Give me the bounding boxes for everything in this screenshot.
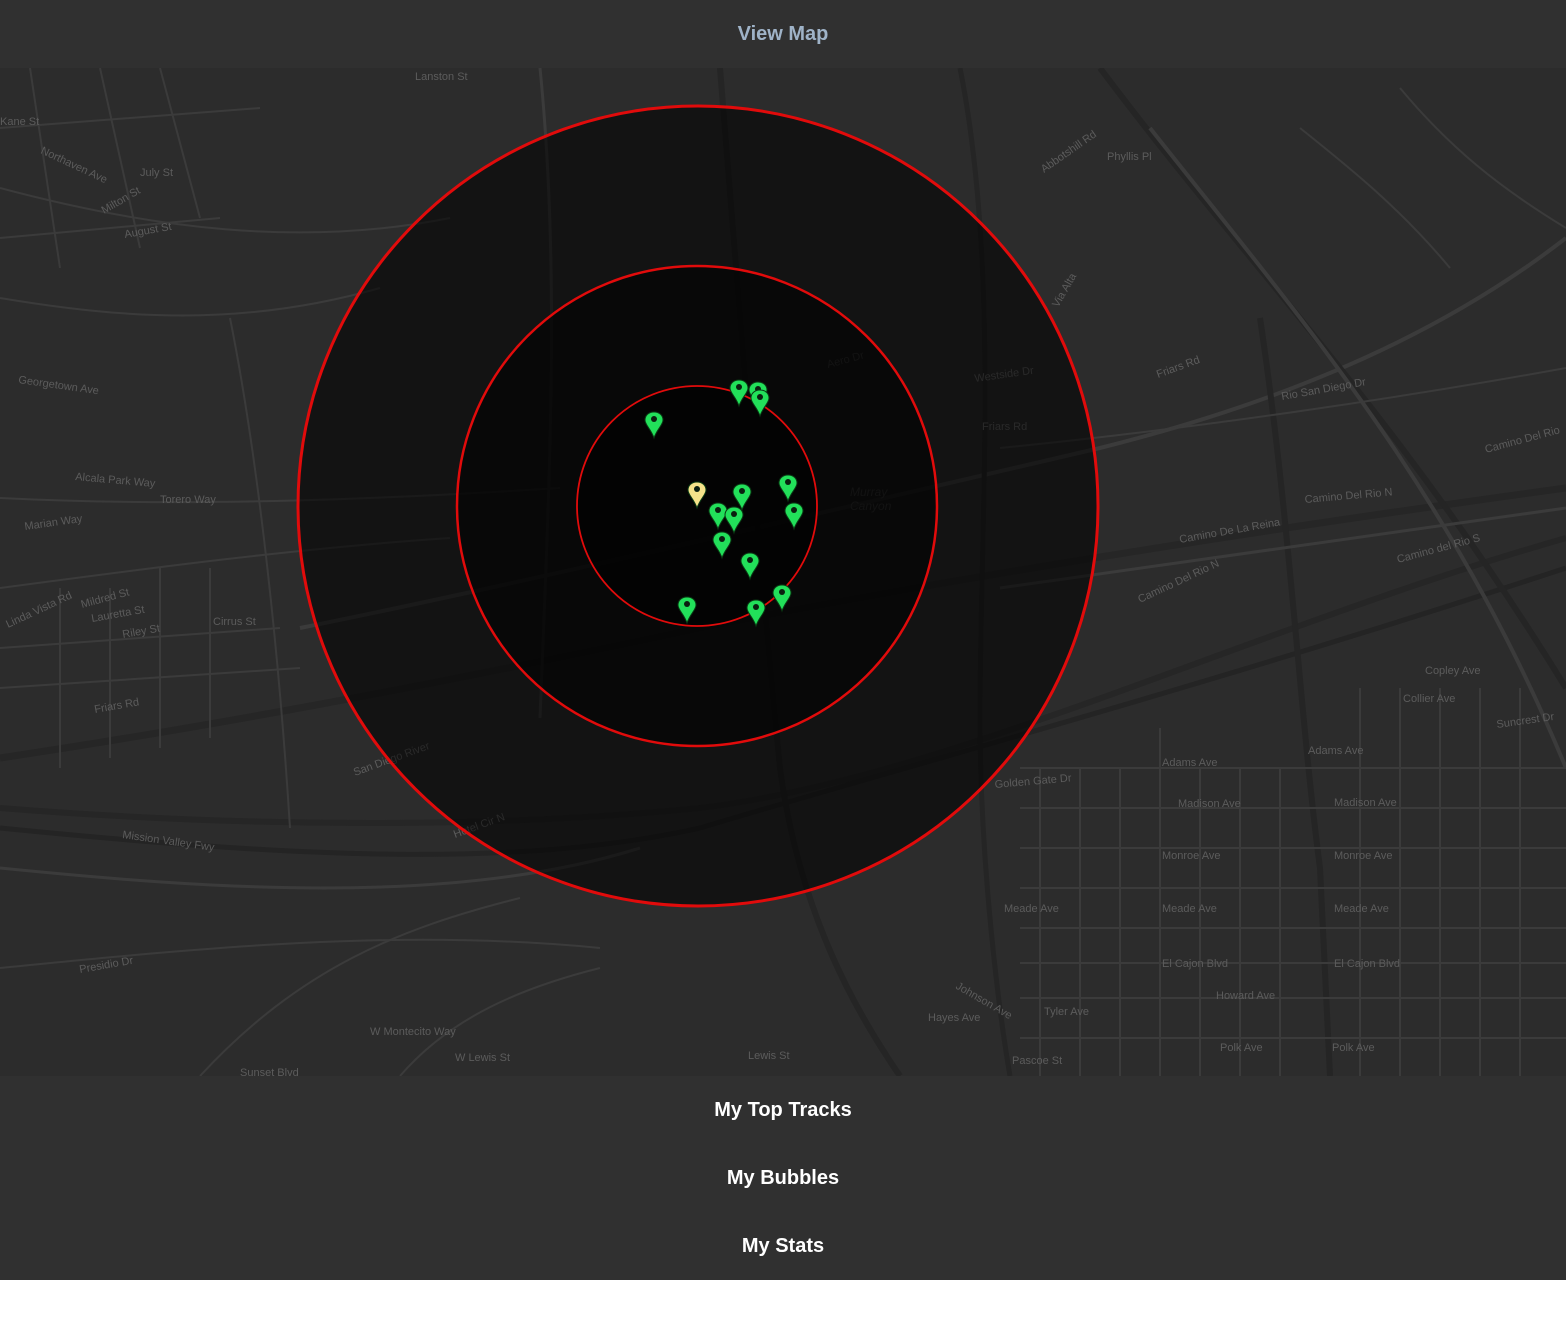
street-label: Via Alta [1050,271,1079,310]
street-label: Friars Rd [1155,354,1202,381]
bottom-menu: My Top Tracks My Bubbles My Stats [0,1076,1566,1280]
street-label: July St [140,167,173,179]
map-canvas[interactable]: Lanston St Kane St Northaven Ave July St Mil… [0,68,1566,1076]
pin-center-dot [694,486,700,492]
pin-center-dot [736,384,742,390]
pin-center-dot [684,601,690,607]
street-label: Madison Ave [1334,797,1397,809]
pin-center-dot [791,507,797,513]
street-label: W Montecito Way [370,1026,456,1038]
pin-center-dot [719,536,725,542]
street-label: Monroe Ave [1334,850,1393,862]
street-label: El Cajon Blvd [1334,958,1400,970]
street-label: Milton St [100,185,143,217]
street-label: Copley Ave [1425,665,1480,677]
pin-center-dot [651,416,657,422]
street-label: Collier Ave [1403,693,1455,705]
pin-center-dot [715,507,721,513]
street-label: Camino Del Rio [1484,424,1562,456]
street-label: Polk Ave [1332,1042,1375,1054]
street-label: Phyllis Pl [1107,151,1152,163]
pin-center-dot [757,394,763,400]
my-top-tracks-button[interactable]: My Top Tracks [0,1076,1566,1144]
map-view[interactable]: Lanston St Kane St Northaven Ave July St Mil… [0,68,1566,1076]
street-label: Meade Ave [1334,903,1389,915]
street-label: Hayes Ave [928,1012,980,1024]
my-bubbles-button[interactable]: My Bubbles [0,1144,1566,1212]
street-label: Alcala Park Way [75,471,157,490]
street-label: Monroe Ave [1162,850,1221,862]
pin-center-dot [731,511,737,517]
my-stats-button[interactable]: My Stats [0,1212,1566,1280]
street-label: Adams Ave [1308,745,1363,757]
street-label: Lauretta St [90,604,145,625]
street-label: Pascoe St [1012,1055,1062,1067]
street-label: Camino del Rio S [1396,532,1482,566]
street-label: Polk Ave [1220,1042,1263,1054]
street-label: Meade Ave [1162,903,1217,915]
pin-center-dot [739,488,745,494]
pin-center-dot [753,604,759,610]
street-label: Mission Valley Fwy [122,829,216,854]
street-label: Camino Del Rio N [1304,486,1393,506]
street-label: Georgetown Ave [18,374,100,397]
pin-center-dot [747,557,753,563]
street-label: Tyler Ave [1044,1006,1089,1018]
street-label: Abbotshill Rd [1039,128,1099,175]
street-label: Linda Vista Rd [4,590,74,631]
street-label: Sunset Blvd [240,1067,299,1076]
street-label: Rio San Diego Dr [1280,376,1367,403]
street-label: Adams Ave [1162,757,1217,769]
pin-center-dot [779,589,785,595]
header-bar: View Map [0,0,1566,68]
street-label: Kane St [0,116,39,128]
street-label: Camino Del Rio N [1136,558,1221,606]
street-label: Lanston St [415,71,468,83]
street-label: Cirrus St [213,616,256,628]
street-label: Marian Way [24,513,84,533]
street-label: Northaven Ave [39,145,109,186]
street-label: Madison Ave [1178,798,1241,810]
street-label: W Lewis St [455,1052,510,1064]
street-label: Torero Way [160,494,216,506]
street-label: El Cajon Blvd [1162,958,1228,970]
street-label: August St [123,221,172,241]
view-map-title[interactable]: View Map [738,23,829,46]
street-label: Golden Gate Dr [994,772,1072,791]
pin-center-dot [785,479,791,485]
street-label: Meade Ave [1004,903,1059,915]
street-label: Suncrest Dr [1496,711,1556,731]
street-label: Howard Ave [1216,990,1275,1002]
street-label: Friars Rd [93,696,140,716]
street-label: Lewis St [748,1050,790,1062]
